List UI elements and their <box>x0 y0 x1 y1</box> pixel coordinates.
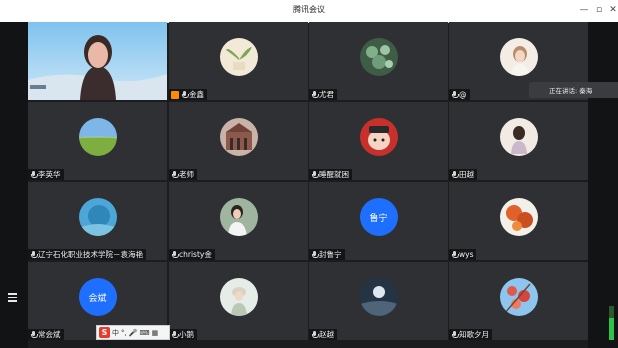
participant-tile[interactable]: 赵越 <box>309 262 448 340</box>
participant-avatar <box>219 198 258 236</box>
audio-level-meter <box>609 306 614 340</box>
participant-nameplate: 睡醒就困 <box>309 169 352 180</box>
microphone-icon <box>451 171 459 178</box>
participant-tile[interactable]: 尤君 <box>309 22 448 100</box>
microphone-icon <box>30 331 38 338</box>
participant-tile[interactable]: 鲁宁 封鲁宁 <box>309 182 448 260</box>
participant-tile[interactable]: 田越 <box>449 102 588 180</box>
participant-name: 常会斌 <box>38 330 61 339</box>
microphone-icon <box>30 251 38 258</box>
participant-nameplate: @ <box>449 89 470 100</box>
input-method-toolbar[interactable]: S 中 °, 🎤 ⌨ ▦ <box>96 325 170 340</box>
microphone-icon <box>171 331 179 338</box>
sogou-logo-icon: S <box>99 327 110 338</box>
participant-nameplate: 老师 <box>169 169 197 180</box>
participant-nameplate: 辽宁石化职业技术学院－袁海艳 <box>28 249 146 260</box>
participant-name: 田越 <box>459 170 474 179</box>
punctuation-icon[interactable]: °, <box>121 329 127 337</box>
participant-avatar <box>219 118 258 156</box>
participant-avatar-initials: 鲁宁 <box>359 198 398 236</box>
participant-nameplate: 小鹅 <box>169 329 197 340</box>
microphone-icon <box>451 331 459 338</box>
close-button[interactable]: ✕ <box>606 3 618 17</box>
participant-name: 小鹅 <box>179 330 194 339</box>
participant-avatar <box>78 198 117 236</box>
participant-name: 金鑫 <box>189 90 204 99</box>
title-bar: 腾讯会议 — ▫ ✕ <box>0 0 618 23</box>
participant-nameplate: 封鲁宁 <box>309 249 345 260</box>
participant-avatar <box>219 38 258 76</box>
participant-tile[interactable]: 老师 <box>169 102 308 180</box>
keyboard-icon[interactable]: ⌨ <box>139 329 149 337</box>
participant-name: christy金 <box>179 250 212 259</box>
participant-tile-video[interactable] <box>28 22 167 100</box>
participant-tile[interactable]: 辽宁石化职业技术学院－袁海艳 <box>28 182 167 260</box>
ime-mode-label[interactable]: 中 <box>112 328 119 338</box>
participant-name: wys <box>459 250 474 259</box>
camera-feed <box>28 22 167 100</box>
window-title: 腾讯会议 <box>293 5 325 14</box>
participant-name: 李英华 <box>38 170 61 179</box>
microphone-icon <box>311 171 319 178</box>
participant-avatar <box>359 278 398 316</box>
microphone-icon <box>311 91 319 98</box>
participant-avatar <box>499 198 538 236</box>
participant-avatar-initials: 会斌 <box>78 278 117 316</box>
participant-tile[interactable]: wys <box>449 182 588 260</box>
participant-nameplate: 李英华 <box>28 169 64 180</box>
microphone-icon <box>451 251 459 258</box>
participant-nameplate: 赵越 <box>309 329 337 340</box>
speaking-label: 正在讲话: 秦海 <box>549 87 593 95</box>
microphone-icon <box>451 91 459 98</box>
participant-nameplate: 田越 <box>449 169 477 180</box>
participant-tile[interactable]: 金鑫 <box>169 22 308 100</box>
participant-nameplate: wys <box>449 249 477 260</box>
microphone-icon <box>171 251 179 258</box>
participant-avatar <box>499 278 538 316</box>
participant-avatar <box>499 38 538 76</box>
participant-name: 辽宁石化职业技术学院－袁海艳 <box>38 250 143 259</box>
participant-nameplate: 常会斌 <box>28 329 64 340</box>
microphone-icon <box>311 331 319 338</box>
participant-name: 老师 <box>179 170 194 179</box>
participant-nameplate: 金鑫 <box>169 89 207 100</box>
participant-avatar <box>359 38 398 76</box>
participant-name: @ <box>459 90 467 99</box>
participant-name: 封鲁宁 <box>319 250 342 259</box>
participant-tile[interactable]: christy金 <box>169 182 308 260</box>
participant-list-icon[interactable] <box>6 290 20 304</box>
participant-name: 睡醒就困 <box>319 170 349 179</box>
participant-tile[interactable]: 睡醒就困 <box>309 102 448 180</box>
participant-tile[interactable]: 小鹅 <box>169 262 308 340</box>
microphone-icon <box>30 171 38 178</box>
participant-avatar <box>78 118 117 156</box>
participant-nameplate: 尤君 <box>309 89 337 100</box>
participant-nameplate: christy金 <box>169 249 215 260</box>
microphone-icon <box>181 91 189 98</box>
speaking-indicator: 正在讲话: 秦海 <box>529 82 618 98</box>
voice-icon[interactable]: 🎤 <box>129 329 138 337</box>
right-sidebar <box>588 22 618 348</box>
microphone-icon <box>311 251 319 258</box>
minimize-button[interactable]: — <box>577 3 591 17</box>
participant-name: 尤君 <box>319 90 334 99</box>
participant-name: 知歌夕月 <box>459 330 489 339</box>
video-grid: 金鑫 尤君 @ 李英华 老师 睡醒就困 田越 辽宁石化职业技术学院－袁海艳 ch… <box>28 22 588 340</box>
skin-icon[interactable]: ▦ <box>152 329 159 337</box>
microphone-icon <box>171 171 179 178</box>
participant-nameplate: 知歌夕月 <box>449 329 492 340</box>
left-sidebar <box>0 22 28 348</box>
participant-avatar <box>499 118 538 156</box>
participant-tile[interactable]: 李英华 <box>28 102 167 180</box>
participant-avatar <box>359 118 398 156</box>
host-badge-icon <box>171 90 179 99</box>
participant-avatar <box>219 278 258 316</box>
participant-name: 赵越 <box>319 330 334 339</box>
participant-tile[interactable]: 知歌夕月 <box>449 262 588 340</box>
maximize-button[interactable]: ▫ <box>592 3 606 17</box>
